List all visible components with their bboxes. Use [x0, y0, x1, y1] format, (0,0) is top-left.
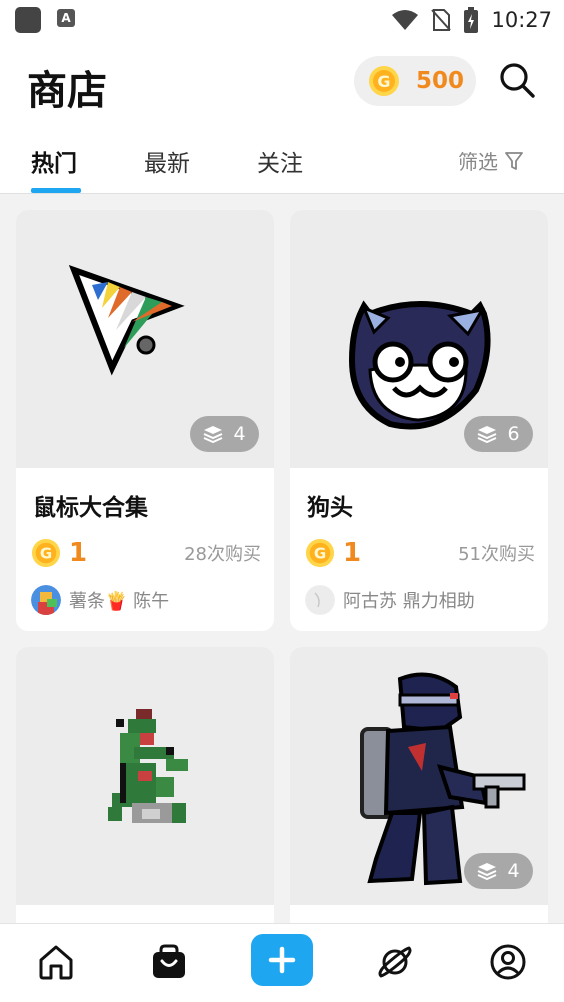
purchase-count: 28次购买	[184, 544, 261, 565]
planet-icon	[378, 946, 412, 978]
page-title: 商店	[27, 68, 107, 114]
active-tab-indicator	[31, 188, 81, 193]
svg-text:G: G	[377, 72, 390, 91]
pixel-lizard-art	[108, 709, 188, 823]
layer-count: 4	[233, 423, 246, 445]
coin-icon: G	[305, 538, 335, 568]
product-card[interactable]: 6 狗头 G 1 51次购买 阿古苏 鼎力相助	[290, 210, 548, 631]
product-title: 鼠标大合集	[33, 495, 148, 521]
avatar	[31, 585, 61, 615]
nav-home[interactable]	[34, 940, 78, 984]
app-notification-icon	[15, 7, 41, 33]
search-icon[interactable]	[497, 60, 537, 100]
layer-count-badge: 6	[464, 416, 533, 452]
coin-amount: 500	[416, 68, 465, 94]
header: 商店 G 500 热门 最新 关注 筛选	[0, 40, 564, 194]
coin-icon: G	[369, 66, 399, 96]
author-name: 薯条🍟 陈午	[69, 591, 170, 612]
product-image-dog-head[interactable]: 6	[290, 210, 548, 468]
layers-icon	[478, 863, 497, 880]
layer-count-badge: 4	[464, 853, 533, 889]
tab-following[interactable]: 关注	[257, 144, 303, 178]
nav-shop[interactable]	[147, 940, 191, 984]
nav-explore[interactable]	[373, 940, 417, 984]
nav-profile[interactable]	[486, 940, 530, 984]
status-time: 10:27	[491, 8, 552, 32]
home-icon	[39, 945, 73, 980]
coin-icon: G	[31, 538, 61, 568]
no-sim-icon	[431, 9, 452, 31]
product-price: 1	[343, 538, 362, 568]
author-row[interactable]: 阿古苏 鼎力相助	[305, 584, 540, 616]
create-button[interactable]	[251, 934, 313, 986]
purchase-count: 51次购买	[458, 544, 535, 565]
price-row: G 1 51次购买	[305, 536, 535, 570]
layer-count-badge: 4	[190, 416, 259, 452]
layers-icon	[478, 426, 497, 443]
keyboard-notification-icon: A	[57, 9, 75, 27]
tab-hot[interactable]: 热门	[31, 144, 77, 178]
coin-balance-button[interactable]: G 500	[354, 56, 476, 106]
product-price: 1	[69, 538, 88, 568]
author-name: 阿古苏 鼎力相助	[343, 591, 475, 612]
filter-button[interactable]: 筛选	[458, 146, 524, 175]
filter-label: 筛选	[458, 150, 498, 174]
svg-text:G: G	[40, 545, 52, 563]
layer-count: 6	[507, 423, 520, 445]
product-card[interactable]: 4 鼠标大合集 G 1 28次购买 薯条🍟 陈午	[16, 210, 274, 631]
product-image-lizard[interactable]	[16, 647, 274, 905]
wifi-icon	[392, 10, 419, 30]
battery-charging-icon	[464, 7, 479, 33]
product-image-cursor-set[interactable]: 4	[16, 210, 274, 468]
user-icon	[490, 944, 526, 980]
tab-bar: 热门 最新 关注 筛选	[0, 140, 564, 194]
filter-funnel-icon	[505, 151, 523, 170]
author-row[interactable]: 薯条🍟 陈午	[31, 584, 266, 616]
plus-icon	[268, 946, 296, 974]
layer-count: 4	[507, 860, 520, 882]
product-title: 狗头	[307, 495, 353, 521]
tab-latest[interactable]: 最新	[144, 144, 190, 178]
product-card[interactable]	[16, 647, 274, 947]
product-image-soldier[interactable]: 4	[290, 647, 548, 905]
product-card[interactable]: 4	[290, 647, 548, 947]
status-bar: A 10:27	[0, 0, 564, 40]
svg-text:G: G	[314, 545, 326, 563]
layers-icon	[204, 426, 223, 443]
shop-bag-icon	[153, 944, 185, 978]
price-row: G 1 28次购买	[31, 536, 261, 570]
bottom-nav	[0, 923, 564, 1002]
avatar	[305, 585, 335, 615]
